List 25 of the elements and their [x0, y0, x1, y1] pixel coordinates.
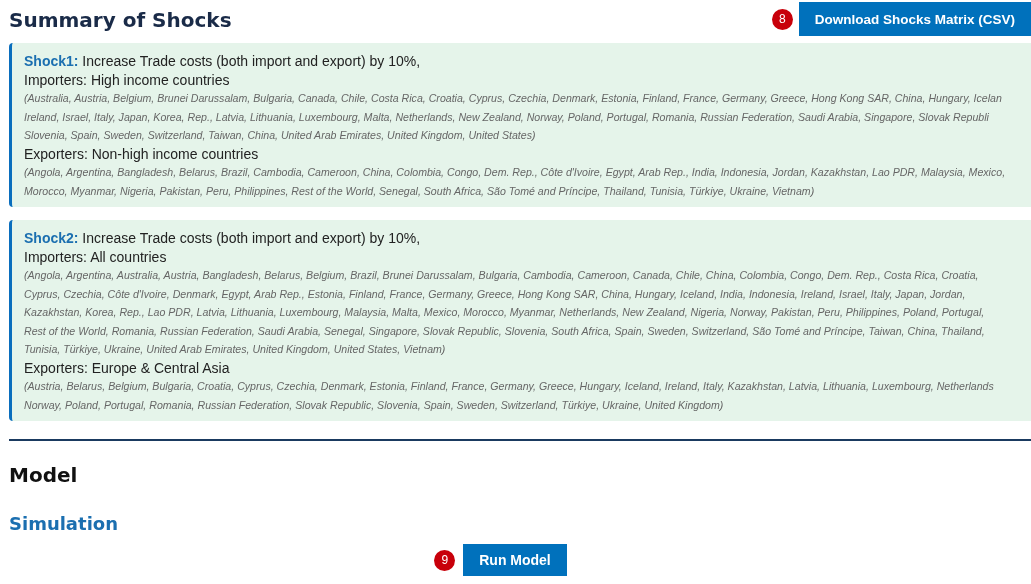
country-list: Ireland, Israel, Italy, Japan, Korea, Rep., Latvia, Lithuania, Luxembourg, Malta, Netherlands, New Zealand, Norway, Poland, Portugal, Romania, Russian Federation, Saudi Arabia, Singapore, Slovak Republi — [24, 107, 1031, 126]
country-list: Morocco, Myanmar, Nigeria, Pakistan, Peru, Philippines, Rest of the World, Senegal, South Africa, São Tomé and Príncipe, Thailand, Tunisia, Türkiye, Ukraine, Vietnam) — [24, 181, 1031, 200]
country-list: Kazakhstan, Korea, Rep., Lao PDR, Latvia, Lithuania, Luxembourg, Malaysia, Malta, Mexico, Morocco, Myanmar, Netherlands, New Zealand, Nigeria, Norway, Pakistan, Peru, Philippines, Poland, Portugal, — [24, 303, 1031, 322]
section-title: Summary of Shocks — [9, 8, 232, 32]
country-list: Tunisia, Türkiye, Ukraine, United Arab Emirates, United Kingdom, United States, Vietnam) — [24, 340, 1031, 359]
subsection-title: Simulation — [9, 513, 119, 534]
shock-description: Shock2: Increase Trade costs (both import and export) by 10%, — [24, 229, 422, 248]
country-list: Rest of the World, Romania, Russian Federation, Saudi Arabia, Senegal, Singapore, Slovak Republic, Slovenia, South Africa, Spain, Sweden, Switzerland, São Tomé and Príncipe, Taiwan, China, Thailand, — [24, 321, 1031, 340]
group-heading: Exporters: Europe & Central Asia — [24, 358, 231, 377]
country-list: Norway, Poland, Portugal, Romania, Russian Federation, Slovak Republic, Slovenia, Spain, Sweden, Switzerland, Türkiye, Ukraine, United Kingdom) — [24, 395, 1031, 414]
country-list: (Angola, Argentina, Bangladesh, Belarus, Brazil, Cambodia, Cameroon, China, Colombia, Congo, Dem. Rep., Côte d'Ivoire, Egypt, Arab Rep., India, Indonesia, Jordan, Kazakhstan, Lao PDR, Malaysia, Mexico, — [24, 163, 1031, 182]
section-title: Model — [9, 463, 79, 487]
download-button[interactable]: Download Shocks Matrix (CSV) — [798, 2, 1031, 36]
step-badge: 8 — [771, 8, 793, 30]
country-list: (Australia, Austria, Belgium, Brunei Darussalam, Bulgaria, Canada, Chile, Costa Rica, Croatia, Cyprus, Czechia, Denmark, Estonia, Finland, France, Germany, Greece, Hong Kong SAR, China, Hungary, Icelan — [24, 89, 1031, 108]
country-list: Cyprus, Czechia, Côte d'Ivoire, Denmark, Egypt, Arab Rep., Estonia, Finland, France, Germany, Greece, Hong Kong SAR, China, Hungary, Iceland, India, Indonesia, Ireland, Israel, Italy, Japan, Jordan, — [24, 284, 1031, 303]
step-badge: 9 — [434, 549, 456, 571]
country-list: (Angola, Argentina, Australia, Austria, Bangladesh, Belarus, Belgium, Brazil, Brunei Darussalam, Bulgaria, Cambodia, Cameroon, Canada, Chile, China, Colombia, Congo, Dem. Rep., Costa Rica, Croatia, — [24, 266, 1031, 285]
country-list: (Austria, Belarus, Belgium, Bulgaria, Croatia, Cyprus, Czechia, Denmark, Estonia, Finland, France, Germany, Greece, Hungary, Iceland, Ireland, Italy, Kazakhstan, Latvia, Lithuania, Luxembourg, Netherlands — [24, 377, 1031, 396]
run-model-button[interactable]: Run Model — [463, 544, 567, 576]
shock-description: Shock1: Increase Trade costs (both import and export) by 10%, — [24, 52, 422, 71]
country-list: Slovenia, Spain, Sweden, Switzerland, Taiwan, China, United Arab Emirates, United Kingdom, United States) — [24, 126, 1031, 145]
group-heading: Importers: High income countries — [24, 70, 231, 89]
group-heading: Importers: All countries — [24, 247, 168, 266]
group-heading: Exporters: Non-high income countries — [24, 144, 260, 163]
